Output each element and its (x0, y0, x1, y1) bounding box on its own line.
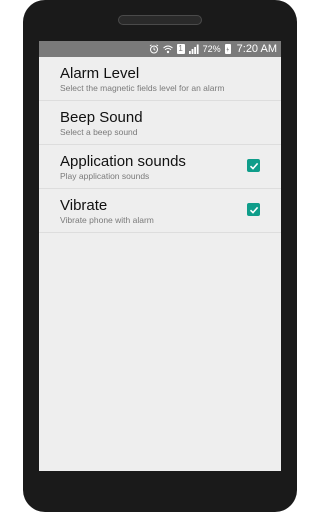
setting-alarm-level[interactable]: Alarm Level Select the magnetic fields l… (39, 57, 281, 101)
setting-title: Application sounds (60, 153, 186, 170)
phone-speaker (118, 15, 202, 25)
alarm-clock-icon (149, 44, 159, 54)
app-screen: 1 72% 7:20 AM Alarm Level Select the mag… (39, 41, 281, 471)
wifi-icon (162, 44, 173, 54)
setting-summary: Vibrate phone with alarm (60, 215, 154, 225)
checkmark-icon (249, 206, 258, 214)
setting-vibrate[interactable]: Vibrate Vibrate phone with alarm (39, 189, 281, 233)
status-time: 7:20 AM (236, 43, 277, 55)
battery-charging-icon (224, 44, 231, 54)
checkmark-icon (249, 162, 258, 170)
setting-summary: Select a beep sound (60, 127, 138, 137)
status-bar: 1 72% 7:20 AM (39, 41, 281, 57)
signal-strength-icon (188, 44, 199, 54)
setting-summary: Select the magnetic fields level for an … (60, 83, 225, 93)
application-sounds-checkbox[interactable] (247, 159, 260, 172)
battery-percentage: 72% (202, 44, 221, 54)
setting-application-sounds[interactable]: Application sounds Play application soun… (39, 145, 281, 189)
sim-card-icon: 1 (176, 44, 185, 54)
setting-beep-sound[interactable]: Beep Sound Select a beep sound (39, 101, 281, 145)
setting-title: Beep Sound (60, 109, 143, 126)
setting-title: Vibrate (60, 197, 108, 214)
setting-title: Alarm Level (60, 65, 140, 82)
vibrate-checkbox[interactable] (247, 203, 260, 216)
setting-summary: Play application sounds (60, 171, 150, 181)
